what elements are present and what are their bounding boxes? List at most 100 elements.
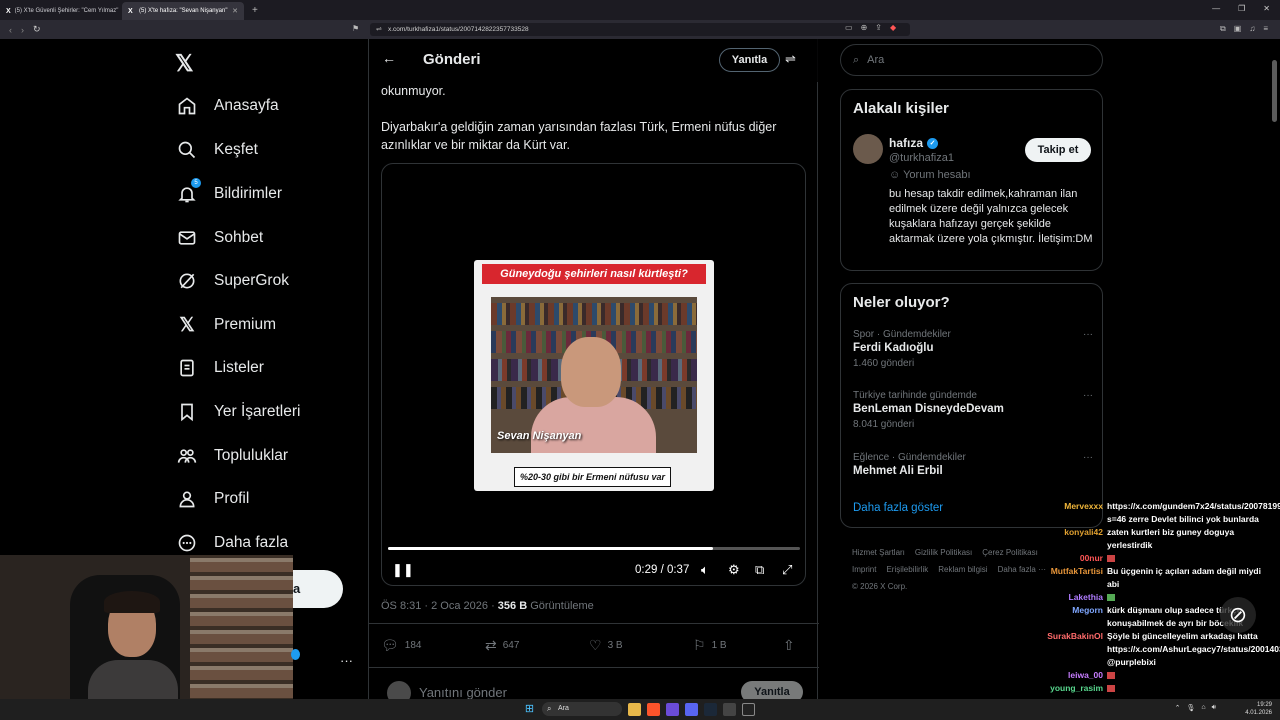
zoom-icon[interactable]: ⊕ [861, 23, 868, 32]
sidebar-item-supergrok[interactable]: SuperGrok [176, 270, 289, 292]
shields-icon[interactable]: ◆ [890, 23, 896, 32]
like-action[interactable]: ♡ 3 B [589, 637, 693, 654]
obs-icon[interactable] [666, 702, 679, 716]
avatar[interactable] [853, 134, 883, 164]
clock[interactable]: 19:29 4.01.2026 [1245, 701, 1272, 717]
footer-link[interactable]: Gizlilik Politikası [915, 548, 972, 557]
reload-icon[interactable]: ↻ [33, 24, 41, 35]
footer-link[interactable]: Imprint [852, 565, 876, 574]
chat-username[interactable]: young_rasim [1015, 682, 1107, 695]
filter-icon[interactable]: ⇌ [785, 51, 796, 67]
reply-input[interactable]: Yanıtını gönder [419, 685, 507, 700]
brave-browser-icon[interactable] [647, 702, 660, 716]
volume-icon[interactable]: 🔊︎ [1212, 704, 1216, 712]
windows-start-icon[interactable]: ⊞ [523, 703, 536, 716]
sidebar-item-chat[interactable]: Sohbet [176, 227, 263, 249]
post-button[interactable]: a [293, 570, 343, 608]
footer-link[interactable]: Reklam bilgisi [938, 565, 987, 574]
chat-username[interactable]: MutfakTartisi [1015, 565, 1107, 591]
video-player[interactable]: Güneydoğu şehirleri nasıl kürtleşti? Sev… [381, 163, 806, 586]
chat-username[interactable]: Megorn [1015, 604, 1107, 630]
sidebar-item-home[interactable]: Anasayfa [176, 95, 279, 117]
footer-link[interactable]: Erişilebilirlik [886, 565, 928, 574]
sidebar-item-notifications[interactable]: 5 Bildirimler [176, 178, 282, 205]
chat-username[interactable]: konyali42 [1015, 526, 1107, 552]
post-text-paragraph: Diyarbakır'a geldiğin zaman yarısından f… [381, 120, 777, 152]
discord-icon[interactable] [685, 702, 698, 716]
video-progress-bar[interactable] [388, 547, 800, 550]
more-dots-icon[interactable]: ··· [1083, 390, 1093, 401]
bookmark-action[interactable]: ⚐ 1 B [693, 637, 783, 654]
repost-action[interactable]: ⇄ 647 [485, 637, 589, 654]
fullscreen-icon[interactable]: ⤢ [782, 562, 792, 578]
sidebar-item-communities[interactable]: Topluluklar [176, 445, 288, 467]
close-window-icon[interactable]: ✕ [1263, 4, 1270, 13]
chat-message: leiwa_00 [1015, 669, 1280, 682]
more-dots-icon[interactable]: ··· [1083, 329, 1093, 340]
person-name[interactable]: hafıza ✓ [889, 136, 939, 150]
close-tab-icon[interactable]: ✕ [232, 7, 238, 15]
settings-gear-icon[interactable]: ⚙ [728, 562, 740, 578]
reader-icon[interactable]: ▭ [845, 23, 853, 32]
share-icon[interactable]: ⇪ [875, 23, 882, 32]
browser-tab-2[interactable]: X (5) X'te hafıza: "Sevan Nişanyan" ✕ [122, 2, 244, 20]
url-field[interactable]: ⇌ x.com/turkhafiza1/status/2007142822357… [370, 23, 910, 36]
chat-username[interactable]: 00nur [1015, 552, 1107, 565]
divider [369, 667, 819, 668]
folder-icon[interactable] [628, 702, 641, 716]
sidebar-item-label: Keşfet [214, 141, 258, 158]
repost-icon: ⇄ [485, 637, 497, 653]
sidebar-item-bookmarks[interactable]: Yer İşaretleri [176, 401, 300, 423]
sidebar-item-more[interactable]: Daha fazla [176, 532, 288, 554]
footer-link[interactable]: Hizmet Şartları [852, 548, 905, 557]
app-icon[interactable] [742, 702, 755, 716]
pause-icon[interactable]: ❚❚ [392, 562, 414, 578]
network-icon[interactable]: ⌂ [1201, 704, 1205, 712]
search-input[interactable]: ⌕ Ara [840, 44, 1103, 76]
extensions-icon[interactable]: ⧉ [1220, 24, 1226, 34]
site-info-icon[interactable]: ⇌ [376, 23, 382, 36]
show-more-link[interactable]: Daha fazla göster [853, 502, 943, 514]
more-dots-icon[interactable]: ··· [1083, 452, 1093, 463]
reply-button[interactable]: Yanıtla [719, 48, 780, 72]
back-arrow-icon[interactable]: ← [382, 50, 396, 66]
sidebar-item-profile[interactable]: Profil [176, 488, 249, 510]
trend-item[interactable]: Türkiye tarihinde gündemde BenLeman Disn… [853, 390, 1093, 430]
trend-count: 8.041 gönderi [853, 419, 915, 430]
account-more-icon[interactable]: ··· [340, 653, 353, 668]
chat-username[interactable]: SurakBakinOl [1015, 630, 1107, 669]
trend-item[interactable]: Spor · Gündemdekiler Ferdi Kadıoğlu 1.46… [853, 329, 1093, 369]
steam-icon[interactable] [704, 702, 717, 716]
picture-in-picture-icon[interactable]: ⧉ [755, 562, 764, 578]
back-icon[interactable]: ‹ [9, 25, 12, 35]
share-action[interactable]: ⇧ [783, 637, 803, 654]
taskbar-search[interactable]: Ara [542, 702, 622, 716]
sidebar-item-premium[interactable]: 𝕏 Premium [176, 314, 276, 336]
sidebar-item-explore[interactable]: Keşfet [176, 139, 258, 161]
browser-tab-1[interactable]: X (5) X'te Güvenli Şehirler: "Cem Yılmaz… [0, 2, 122, 20]
wallet-icon[interactable]: ▣ [1234, 24, 1242, 34]
volume-icon[interactable]: 🔈︎ [701, 562, 709, 578]
media-icon[interactable]: ♫ [1249, 24, 1255, 34]
reply-action[interactable]: 💬︎ 184 [381, 637, 485, 654]
maximize-icon[interactable]: ❐ [1238, 4, 1245, 13]
chat-username[interactable]: Mervexxx [1015, 500, 1107, 526]
x-logo-icon[interactable]: 𝕏 [175, 50, 194, 77]
chat-username[interactable]: Lakethia [1015, 591, 1107, 604]
new-tab-icon[interactable]: + [244, 5, 266, 16]
trends-card: Neler oluyor? Spor · Gündemdekiler Ferdi… [840, 283, 1103, 528]
minimize-icon[interactable]: — [1212, 4, 1220, 13]
sidebar-item-label: Daha fazla [214, 534, 289, 551]
mic-icon[interactable]: 🎙︎ [1186, 704, 1195, 712]
chevron-up-icon[interactable]: ⌃ [1175, 704, 1181, 712]
app-icon[interactable] [723, 702, 736, 716]
page-scrollbar[interactable] [1272, 60, 1277, 122]
chat-username[interactable]: leiwa_00 [1015, 669, 1107, 682]
follow-button[interactable]: Takip et [1025, 138, 1091, 162]
trend-item[interactable]: Eğlence · Gündemdekiler Mehmet Ali Erbil… [853, 452, 1093, 477]
sidebar-item-lists[interactable]: Listeler [176, 357, 264, 379]
bookmark-page-icon[interactable]: ⚑ [352, 24, 359, 33]
trend-name: Ferdi Kadıoğlu [853, 342, 934, 354]
menu-icon[interactable]: ≡ [1263, 24, 1268, 34]
forward-icon[interactable]: › [21, 25, 24, 35]
